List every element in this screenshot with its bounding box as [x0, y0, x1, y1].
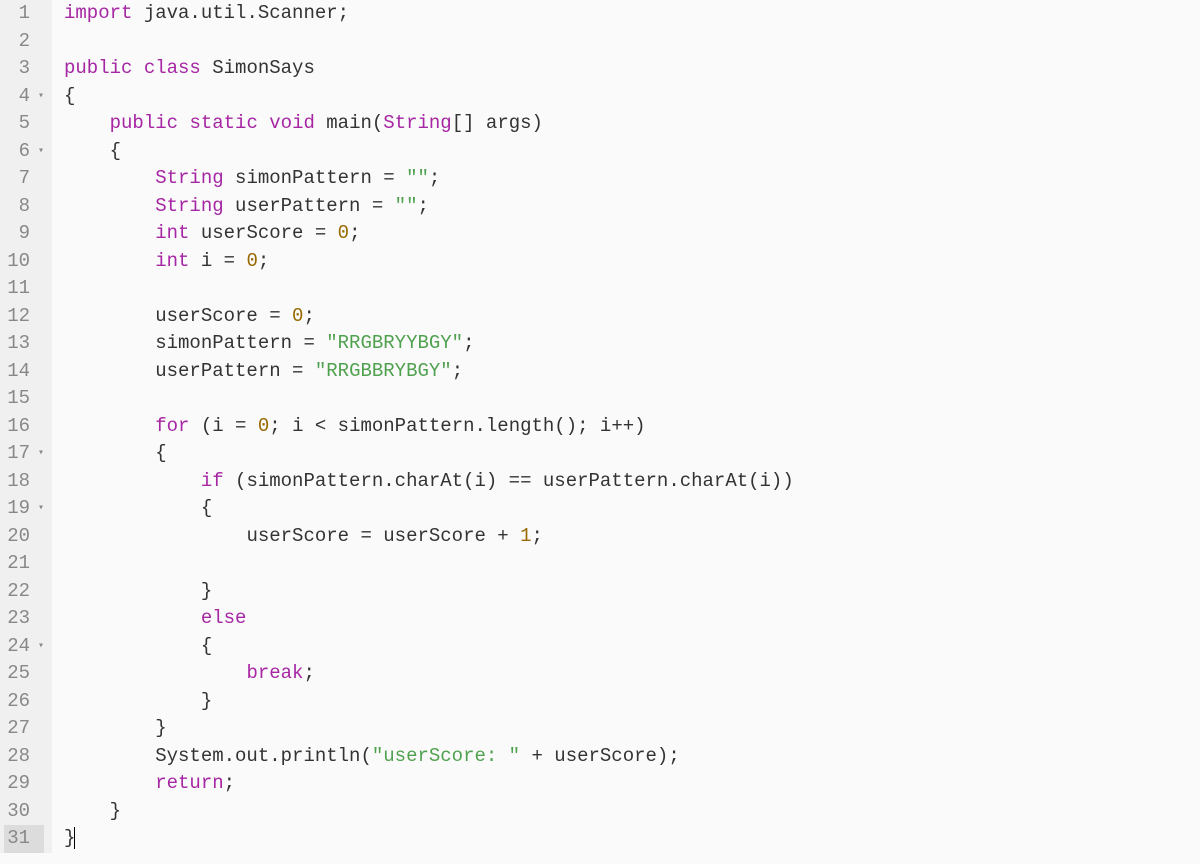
line-number: 23 — [4, 605, 44, 633]
line-number: 21 — [4, 550, 44, 578]
code-line: for (i = 0; i < simonPattern.length(); i… — [64, 413, 1200, 441]
line-number: 13 — [4, 330, 44, 358]
line-number: 27 — [4, 715, 44, 743]
line-number: 19▾ — [4, 495, 44, 523]
line-number: 26 — [4, 688, 44, 716]
code-line: int userScore = 0; — [64, 220, 1200, 248]
fold-icon[interactable]: ▾ — [34, 83, 44, 111]
line-number: 29 — [4, 770, 44, 798]
line-number: 2 — [4, 28, 44, 56]
code-line: int i = 0; — [64, 248, 1200, 276]
code-editor[interactable]: 1 2 3 4▾ 5 6▾ 7 8 9 10 11 12 13 14 15 16… — [0, 0, 1200, 853]
line-number: 28 — [4, 743, 44, 771]
line-number: 3 — [4, 55, 44, 83]
code-line: { — [64, 633, 1200, 661]
code-line: } — [64, 715, 1200, 743]
code-line: { — [64, 495, 1200, 523]
line-number: 31 — [4, 825, 44, 853]
line-number: 30 — [4, 798, 44, 826]
code-line: } — [64, 688, 1200, 716]
code-line: { — [64, 83, 1200, 111]
line-number: 18 — [4, 468, 44, 496]
code-line — [64, 550, 1200, 578]
line-number: 5 — [4, 110, 44, 138]
line-number: 6▾ — [4, 138, 44, 166]
line-number: 12 — [4, 303, 44, 331]
code-line: { — [64, 138, 1200, 166]
code-line: userScore = userScore + 1; — [64, 523, 1200, 551]
code-line: String userPattern = ""; — [64, 193, 1200, 221]
code-area[interactable]: import java.util.Scanner; public class S… — [52, 0, 1200, 853]
code-line: System.out.println("userScore: " + userS… — [64, 743, 1200, 771]
line-number: 16 — [4, 413, 44, 441]
code-line: String simonPattern = ""; — [64, 165, 1200, 193]
fold-icon[interactable]: ▾ — [34, 495, 44, 523]
code-line: } — [64, 798, 1200, 826]
line-number: 4▾ — [4, 83, 44, 111]
line-number: 8 — [4, 193, 44, 221]
text-cursor — [74, 827, 75, 849]
line-number: 24▾ — [4, 633, 44, 661]
code-line: { — [64, 440, 1200, 468]
code-line: userPattern = "RRGBBRYBGY"; — [64, 358, 1200, 386]
line-number: 20 — [4, 523, 44, 551]
line-number: 14 — [4, 358, 44, 386]
code-line: public class SimonSays — [64, 55, 1200, 83]
code-line: else — [64, 605, 1200, 633]
line-number: 10 — [4, 248, 44, 276]
line-number: 15 — [4, 385, 44, 413]
gutter: 1 2 3 4▾ 5 6▾ 7 8 9 10 11 12 13 14 15 16… — [0, 0, 52, 853]
line-number: 11 — [4, 275, 44, 303]
code-line: simonPattern = "RRGBRYYBGY"; — [64, 330, 1200, 358]
code-line: break; — [64, 660, 1200, 688]
code-line — [64, 275, 1200, 303]
fold-icon[interactable]: ▾ — [34, 138, 44, 166]
code-line: } — [64, 578, 1200, 606]
line-number: 7 — [4, 165, 44, 193]
code-line: } — [64, 825, 1200, 853]
line-number: 25 — [4, 660, 44, 688]
fold-icon[interactable]: ▾ — [34, 633, 44, 661]
code-line: userScore = 0; — [64, 303, 1200, 331]
code-line: public static void main(String[] args) — [64, 110, 1200, 138]
line-number: 22 — [4, 578, 44, 606]
fold-icon[interactable]: ▾ — [34, 440, 44, 468]
code-line — [64, 28, 1200, 56]
line-number: 1 — [4, 0, 44, 28]
code-line: return; — [64, 770, 1200, 798]
line-number: 9 — [4, 220, 44, 248]
code-line — [64, 385, 1200, 413]
code-line: if (simonPattern.charAt(i) == userPatter… — [64, 468, 1200, 496]
code-line: import java.util.Scanner; — [64, 0, 1200, 28]
line-number: 17▾ — [4, 440, 44, 468]
